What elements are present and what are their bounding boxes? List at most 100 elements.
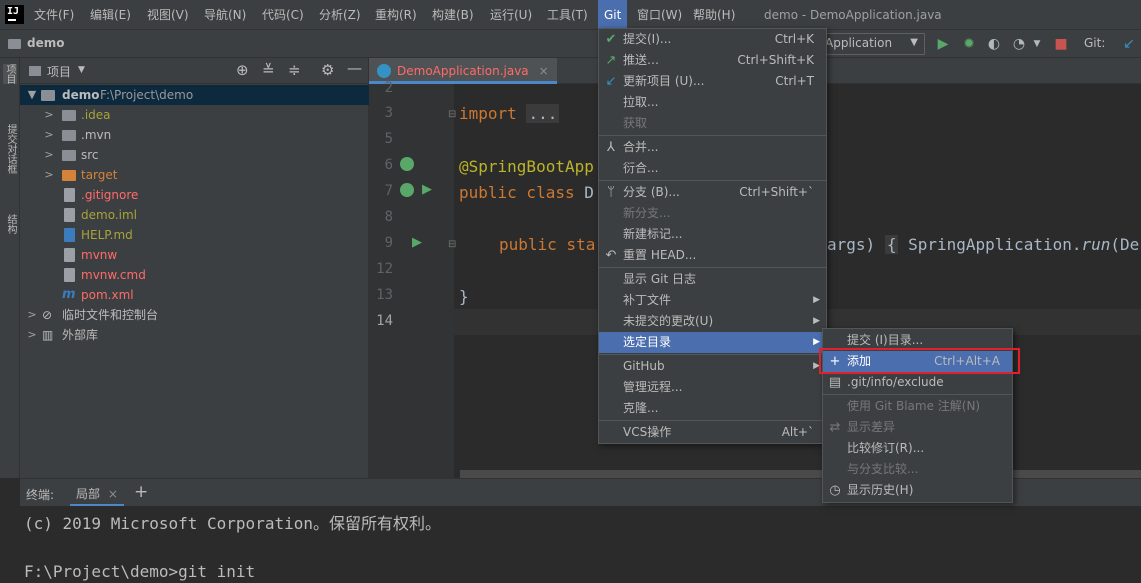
code-line-annotation[interactable]: @SpringBootApp (459, 157, 594, 176)
menu-item-show-history[interactable]: ◷ 显示历史(H) (823, 480, 1012, 501)
add-terminal-button[interactable]: + (134, 482, 148, 502)
debug-icon[interactable]: ✹ (960, 35, 978, 53)
tree-item-mvnw-cmd[interactable]: mvnw.cmd (20, 265, 369, 285)
menu-item-commit[interactable]: ✔ 提交(I)... Ctrl+K (599, 29, 826, 50)
line-number: 5 (384, 131, 393, 147)
close-icon[interactable]: × (108, 487, 118, 501)
tree-item-gitignore[interactable]: .gitignore (20, 185, 369, 205)
menu-item-vcs-operations[interactable]: VCS操作 Alt+` (599, 422, 826, 443)
menu-file[interactable]: 文件(F) (28, 0, 80, 30)
menu-window[interactable]: 窗口(W) (631, 0, 688, 30)
menu-item-clone[interactable]: 克隆... (599, 398, 826, 419)
menu-tools[interactable]: 工具(T) (541, 0, 594, 30)
code-line-main[interactable]: public sta (499, 235, 595, 254)
tree-item-demo-iml[interactable]: demo.iml (20, 205, 369, 225)
fold-icon[interactable]: ⊟ (448, 239, 456, 250)
menu-build[interactable]: 构建(B) (426, 0, 480, 30)
stripe-structure[interactable]: 结构 (3, 214, 18, 234)
stripe-project[interactable]: 项目 (3, 64, 17, 84)
menu-item-merge[interactable]: ⅄ 合并... (599, 137, 826, 158)
code-fold[interactable]: ... (526, 104, 560, 123)
menu-refactor[interactable]: 重构(R) (369, 0, 423, 30)
tree-item-demo[interactable]: ▼ demo F:\Project\demo (20, 85, 369, 105)
run-config-select[interactable]: Application ▼ (820, 33, 925, 55)
fold-icon[interactable]: ⊟ (448, 109, 456, 120)
coverage-icon[interactable]: ◐ (985, 35, 1003, 53)
profile-icon[interactable]: ◔ (1010, 35, 1028, 53)
menu-git[interactable]: Git (598, 0, 628, 30)
menu-item-reset-head[interactable]: ↶ 重置 HEAD... (599, 245, 826, 266)
tree-item-mvnw[interactable]: mvnw (20, 245, 369, 265)
minimize-icon[interactable]: — (347, 59, 362, 77)
tree-item-idea[interactable]: > .idea (20, 105, 369, 125)
menu-item-patch[interactable]: 补丁文件 ▶ (599, 290, 826, 311)
menu-item-push[interactable]: ↗ 推送… Ctrl+Shift+K (599, 50, 826, 71)
expand-all-icon[interactable]: ≚ (262, 61, 275, 79)
spring-bean-icon[interactable] (400, 157, 414, 171)
tree-item-pom-xml[interactable]: m pom.xml (20, 285, 369, 305)
tree-item-external-libs[interactable]: > ▥ 外部库 (20, 325, 369, 345)
menu-item-new-tag[interactable]: 新建标记... (599, 224, 826, 245)
menu-item-pull[interactable]: 拉取... (599, 92, 826, 113)
close-icon[interactable]: × (539, 58, 549, 84)
run-gutter-icon[interactable]: ▶ (422, 182, 432, 197)
menu-view[interactable]: 视图(V) (141, 0, 195, 30)
menu-item-label: GitHub (623, 359, 665, 373)
tree-item-target[interactable]: > target (20, 165, 369, 185)
tree-item-mvn[interactable]: > .mvn (20, 125, 369, 145)
stop-icon[interactable]: ■ (1052, 35, 1070, 53)
code-line-import[interactable]: import ... (459, 104, 560, 123)
menu-item-branches[interactable]: ᛘ 分支 (B)... Ctrl+Shift+` (599, 182, 826, 203)
breadcrumb-project[interactable]: demo (27, 36, 64, 50)
history-icon: ◷ (829, 483, 841, 498)
menu-item-update[interactable]: ↙ 更新项目 (U)... Ctrl+T (599, 71, 826, 92)
collapse-all-icon[interactable]: ≑ (288, 61, 301, 79)
menu-navigate[interactable]: 导航(N) (198, 0, 252, 30)
tree-label: target (81, 168, 118, 182)
update-arrow-icon[interactable]: ↙ (1120, 35, 1138, 53)
menu-item-git-exclude[interactable]: ▤ .git/info/exclude (823, 372, 1012, 393)
chevron-down-icon[interactable]: ▼ (78, 65, 85, 75)
menu-item-show-log[interactable]: 显示 Git 日志 (599, 269, 826, 290)
menu-item-label: 衍合... (623, 161, 659, 175)
menu-item-manage-remotes[interactable]: 管理远程... (599, 377, 826, 398)
menu-analyze[interactable]: 分析(Z) (313, 0, 367, 30)
menu-item-label: 合并... (623, 140, 659, 154)
gear-icon[interactable]: ⚙ (321, 61, 334, 79)
terminal-tab-local[interactable]: 局部 × (70, 479, 124, 507)
menu-help[interactable]: 帮助(H) (687, 0, 741, 30)
code-line-close[interactable]: } (459, 287, 469, 306)
code-line-class[interactable]: public class D (459, 183, 594, 202)
line-number: 9 (384, 235, 393, 251)
tree-label: demo.iml (81, 208, 137, 222)
spring-bean-icon[interactable] (400, 183, 414, 197)
menu-run[interactable]: 运行(U) (484, 0, 538, 30)
iml-file-icon (64, 208, 75, 222)
menu-item-compare-branch[interactable]: 与分支比较... (823, 459, 1012, 480)
tab-demo-application[interactable]: DemoApplication.java × (369, 58, 557, 84)
tree-item-src[interactable]: > src (20, 145, 369, 165)
menu-edit[interactable]: 编辑(E) (84, 0, 137, 30)
menu-item-fetch[interactable]: 获取 (599, 113, 826, 134)
stripe-commit[interactable]: 提交对话框 (3, 124, 18, 174)
project-view-title[interactable]: 项目 (47, 63, 71, 80)
locate-icon[interactable]: ⊕ (236, 61, 249, 79)
tree-item-help-md[interactable]: HELP.md (20, 225, 369, 245)
collapsed-arrow-icon: > (27, 308, 37, 321)
tree-item-scratches[interactable]: > ⊘ 临时文件和控制台 (20, 305, 369, 325)
horizontal-scrollbar[interactable] (460, 470, 1141, 478)
menu-item-new-branch[interactable]: 新分支... (599, 203, 826, 224)
menu-item-selected-directory[interactable]: 选定目录 ▶ (599, 332, 826, 353)
terminal-output[interactable]: (c) 2019 Microsoft Corporation。保留所有权利。 F… (20, 506, 1141, 583)
code-line-main-tail[interactable]: args) { SpringApplication.run(De (827, 235, 1139, 254)
run-gutter-icon[interactable]: ▶ (412, 235, 422, 250)
chevron-down-icon[interactable]: ▼ (1028, 35, 1046, 53)
menu-item-show-diff[interactable]: ⇄ 显示差异 (823, 417, 1012, 438)
menu-item-github[interactable]: GitHub ▶ (599, 356, 826, 377)
menu-code[interactable]: 代码(C) (256, 0, 310, 30)
menu-item-compare-revision[interactable]: 比较修订(R)... (823, 438, 1012, 459)
menu-item-git-blame[interactable]: 使用 Git Blame 注解(N) (823, 396, 1012, 417)
menu-item-uncommitted[interactable]: 未提交的更改(U) ▶ (599, 311, 826, 332)
run-icon[interactable]: ▶ (934, 35, 952, 53)
menu-item-rebase[interactable]: 衍合... (599, 158, 826, 179)
